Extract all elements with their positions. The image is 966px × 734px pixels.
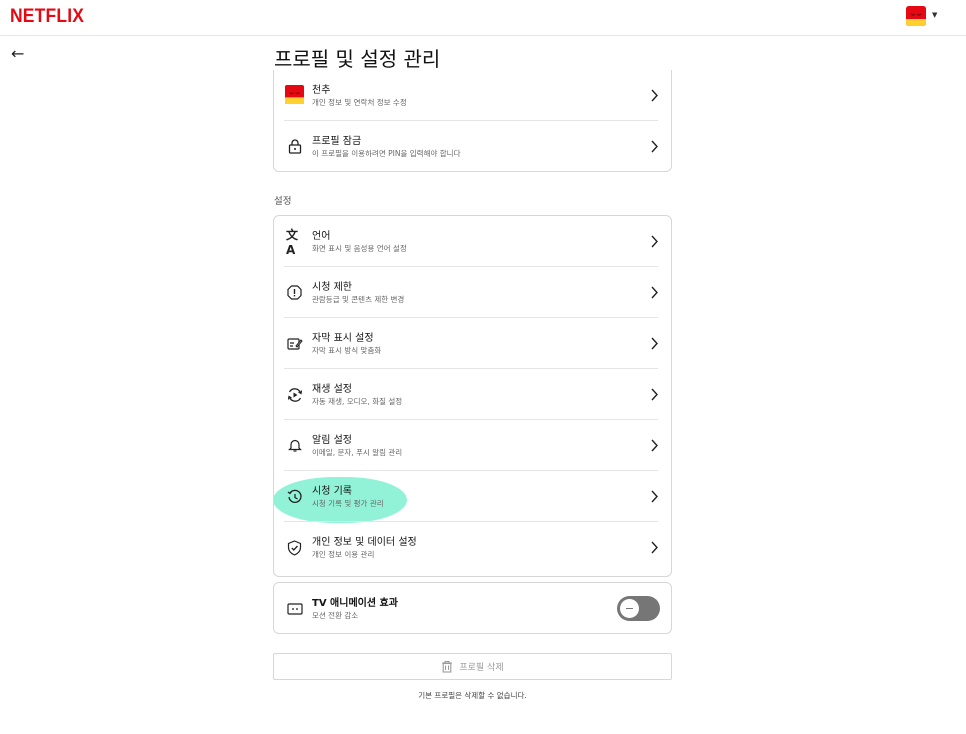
netflix-logo[interactable]: NETFLIX bbox=[10, 6, 84, 28]
settings-section-label: 설정 bbox=[274, 196, 292, 207]
subtitles-icon bbox=[286, 335, 303, 352]
delete-note: 기본 프로필은 삭제할 수 없습니다. bbox=[418, 691, 527, 700]
subtitles-title: 자막 표시 설정 bbox=[312, 333, 374, 344]
profile-lock-subtitle: 이 프로필을 이용하려면 PIN을 입력해야 합니다 bbox=[312, 149, 461, 158]
profile-lock-title: 프로필 잠금 bbox=[312, 136, 362, 147]
chevron-right-icon bbox=[651, 140, 658, 153]
subtitles-row[interactable]: 자막 표시 설정 자막 표시 방식 맞춤화 bbox=[274, 318, 673, 369]
viewing-history-title: 시청 기록 bbox=[312, 486, 352, 497]
viewing-history-row[interactable]: 시청 기록 시청 기록 및 평가 관리 bbox=[274, 471, 673, 522]
restriction-icon bbox=[286, 284, 303, 301]
playback-icon bbox=[286, 386, 303, 403]
settings-card: 文A 언어 화면 표시 및 음성용 언어 설정 시청 제한 관람등급 및 콘텐츠… bbox=[273, 215, 672, 577]
tv-animation-toggle[interactable] bbox=[617, 596, 660, 621]
delete-profile-button[interactable]: 프로필 삭제 bbox=[273, 653, 672, 680]
viewing-history-subtitle: 시청 기록 및 평가 관리 bbox=[312, 499, 384, 508]
language-icon: 文A bbox=[286, 228, 299, 257]
tv-animation-subtitle: 모션 전환 감소 bbox=[312, 611, 359, 620]
trash-icon bbox=[442, 660, 453, 673]
chevron-right-icon bbox=[651, 337, 658, 350]
subtitles-subtitle: 자막 표시 방식 맞춤화 bbox=[312, 346, 382, 355]
notifications-title: 알림 설정 bbox=[312, 435, 352, 446]
account-menu-caret-icon[interactable]: ▼ bbox=[932, 11, 937, 19]
delete-profile-label: 프로필 삭제 bbox=[459, 663, 504, 673]
tv-animation-row: TV 애니메이션 효과 모션 전환 감소 bbox=[274, 583, 673, 635]
privacy-data-row[interactable]: 개인 정보 및 데이터 설정 개인 정보 이용 관리 bbox=[274, 522, 673, 573]
chevron-right-icon bbox=[651, 541, 658, 554]
chevron-right-icon bbox=[651, 490, 658, 503]
chevron-right-icon bbox=[651, 235, 658, 248]
shield-check-icon bbox=[286, 539, 303, 556]
playback-row[interactable]: 재생 설정 자동 재생, 오디오, 화질 설정 bbox=[274, 369, 673, 420]
profile-avatar-icon[interactable] bbox=[906, 6, 926, 26]
language-subtitle: 화면 표시 및 음성용 언어 설정 bbox=[312, 244, 407, 253]
profile-name: 천추 bbox=[312, 85, 331, 96]
notifications-row[interactable]: 알림 설정 이메일, 문자, 푸시 알림 관리 bbox=[274, 420, 673, 471]
profile-lock-row[interactable]: 프로필 잠금 이 프로필을 이용하려면 PIN을 입력해야 합니다 bbox=[274, 121, 673, 172]
viewing-restriction-title: 시청 제한 bbox=[312, 282, 352, 293]
profile-avatar-icon bbox=[285, 85, 304, 104]
back-arrow-icon[interactable]: ← bbox=[11, 44, 24, 63]
profile-edit-subtitle: 개인 정보 및 연락처 정보 수정 bbox=[312, 98, 407, 107]
page-title: 프로필 및 설정 관리 bbox=[274, 47, 441, 71]
profile-edit-row[interactable]: 천추 개인 정보 및 연락처 정보 수정 bbox=[274, 70, 673, 121]
chevron-right-icon bbox=[651, 286, 658, 299]
chevron-right-icon bbox=[651, 89, 658, 102]
playback-title: 재생 설정 bbox=[312, 384, 352, 395]
language-row[interactable]: 文A 언어 화면 표시 및 음성용 언어 설정 bbox=[274, 216, 673, 267]
tv-animation-title: TV 애니메이션 효과 bbox=[312, 598, 398, 609]
privacy-data-title: 개인 정보 및 데이터 설정 bbox=[312, 537, 417, 548]
tv-icon bbox=[286, 600, 303, 617]
chevron-right-icon bbox=[651, 439, 658, 452]
notifications-subtitle: 이메일, 문자, 푸시 알림 관리 bbox=[312, 448, 403, 457]
privacy-data-subtitle: 개인 정보 이용 관리 bbox=[312, 550, 375, 559]
toggle-knob bbox=[620, 599, 639, 618]
viewing-restriction-subtitle: 관람등급 및 콘텐츠 제한 변경 bbox=[312, 295, 405, 304]
bell-icon bbox=[286, 437, 303, 454]
viewing-restriction-row[interactable]: 시청 제한 관람등급 및 콘텐츠 제한 변경 bbox=[274, 267, 673, 318]
history-icon bbox=[286, 488, 303, 505]
top-bar: NETFLIX ▼ bbox=[0, 0, 966, 36]
playback-subtitle: 자동 재생, 오디오, 화질 설정 bbox=[312, 397, 403, 406]
profile-card: 천추 개인 정보 및 연락처 정보 수정 프로필 잠금 이 프로필을 이용하려면… bbox=[273, 70, 672, 172]
tv-animation-card: TV 애니메이션 효과 모션 전환 감소 bbox=[273, 582, 672, 634]
language-title: 언어 bbox=[312, 231, 331, 242]
chevron-right-icon bbox=[651, 388, 658, 401]
lock-icon bbox=[286, 138, 303, 155]
